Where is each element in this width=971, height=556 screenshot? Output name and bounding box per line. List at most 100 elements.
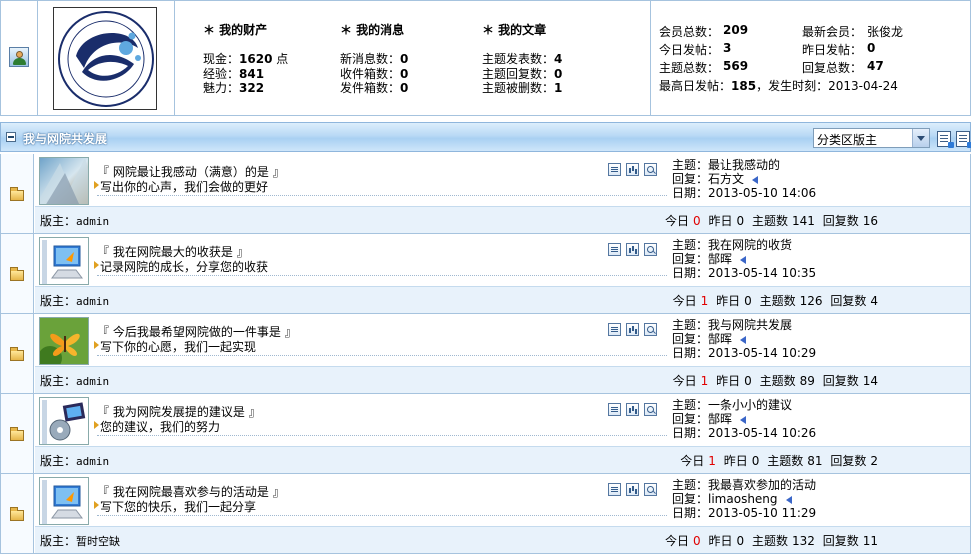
forum-description: 写出你的心声，我们会做的更好 — [94, 178, 268, 195]
stats-chart-icon[interactable] — [626, 483, 639, 496]
yesterday-count: 0 — [736, 214, 745, 228]
user-info-panel: ＊ 我的财产 现金：1620 点 经验：841 魅力：322 ＊ 我的消息 新消… — [0, 0, 971, 116]
reply-count: 4 — [870, 294, 878, 308]
folder-icon — [10, 507, 24, 521]
stat-total-replies: 回复总数： 47 — [802, 59, 884, 75]
search-icon[interactable] — [644, 483, 657, 496]
category-title[interactable]: 我与网院共发展 — [23, 130, 107, 147]
last-post: 主题：我在网院的收货 回复：郜晖 日期：2013-05-14 10:35 — [668, 234, 970, 286]
forum-counts: 今日 1 昨日 0 主题数 81 回复数 2 — [680, 454, 878, 468]
topic-count: 81 — [807, 454, 823, 468]
export-icon[interactable] — [956, 131, 971, 148]
new-post-icon[interactable] — [937, 131, 954, 148]
moderator-info: 版主：admin — [40, 374, 110, 388]
last-post-date: 2013-05-14 10:26 — [708, 426, 817, 440]
yesterday-count: 0 — [736, 534, 745, 548]
yesterday-count: 0 — [744, 374, 752, 388]
forum-row: 『 我为网院发展提的建议是 』 您的建议，我们的努力 主题：一条小小的建议 回复… — [0, 394, 971, 474]
forum-row: 『 我在网院最大的收获是 』 记录网院的成长，分享您的收获 主题：我在网院的收货… — [0, 234, 971, 314]
topic-list-icon[interactable] — [608, 243, 621, 256]
moderator-info: 版主：admin — [40, 214, 110, 228]
school-logo — [53, 7, 157, 110]
stats-chart-icon[interactable] — [626, 403, 639, 416]
topic-list-icon[interactable] — [608, 403, 621, 416]
stats-chart-icon[interactable] — [626, 163, 639, 176]
newest-member-link[interactable]: 张俊龙 — [867, 23, 903, 40]
topic-count: 132 — [791, 534, 815, 548]
topic-count: 126 — [799, 294, 823, 308]
reply-count: 2 — [870, 454, 878, 468]
topic-count: 89 — [799, 374, 815, 388]
topic-list-icon[interactable] — [608, 323, 621, 336]
search-icon[interactable] — [644, 403, 657, 416]
last-post-date: 2013-05-10 11:29 — [708, 506, 817, 520]
chevron-down-icon[interactable] — [912, 129, 929, 147]
collapse-toggle-icon[interactable] — [6, 132, 16, 142]
moderator-name-link[interactable]: admin — [76, 295, 109, 308]
moderator-info: 版主：暂时空缺 — [40, 534, 121, 548]
goto-last-post-icon[interactable] — [740, 335, 747, 344]
stat-members: 会员总数： 209 — [659, 23, 749, 39]
forum-row: 『 今后我最希望网院做的一件事是 』 写下你的心愿，我们一起实现 主题：我与网院… — [0, 314, 971, 394]
yesterday-count: 0 — [751, 454, 760, 468]
moderator-name-link[interactable]: admin — [76, 455, 109, 468]
stat-newest-member: 最新会员： 张俊龙 — [802, 25, 904, 39]
search-icon[interactable] — [644, 323, 657, 336]
my-articles-title: ＊ 我的文章 — [482, 23, 547, 37]
goto-last-post-icon[interactable] — [785, 495, 792, 504]
goto-last-post-icon[interactable] — [752, 175, 759, 184]
topic-list-icon[interactable] — [608, 163, 621, 176]
goto-last-post-icon[interactable] — [740, 255, 747, 264]
today-count: 0 — [693, 534, 701, 548]
yesterday-count: 0 — [744, 294, 752, 308]
user-profile-icon[interactable] — [9, 47, 29, 67]
stat-total-topics: 主题总数： 569 — [659, 59, 749, 75]
forum-description: 您的建议，我们的努力 — [94, 418, 220, 435]
last-post-date: 2013-05-14 10:29 — [708, 346, 817, 360]
folder-icon — [10, 347, 24, 361]
my-assets-title: ＊ 我的财产 — [203, 23, 268, 37]
category-header: 我与网院共发展 分类区版主 — [0, 122, 971, 152]
last-post-date: 2013-05-14 10:35 — [708, 266, 817, 280]
reply-count: 16 — [862, 214, 878, 228]
reply-count: 11 — [862, 534, 878, 548]
forum-thumbnail[interactable] — [39, 237, 89, 285]
moderator-info: 版主：admin — [40, 294, 110, 308]
forum-counts: 今日 1 昨日 0 主题数 126 回复数 4 — [672, 294, 878, 308]
forum-counts: 今日 0 昨日 0 主题数 141 回复数 16 — [664, 214, 878, 228]
moderator-name-link[interactable]: admin — [76, 375, 109, 388]
forum-thumbnail[interactable] — [39, 477, 89, 525]
stats-chart-icon[interactable] — [626, 323, 639, 336]
today-count: 1 — [700, 374, 709, 388]
topic-count: 141 — [791, 214, 815, 228]
forum-description: 记录网院的成长，分享您的收获 — [94, 258, 268, 275]
folder-icon — [10, 267, 24, 281]
today-count: 0 — [693, 214, 701, 228]
search-icon[interactable] — [644, 243, 657, 256]
stat-yesterday-posts: 昨日发帖： 0 — [802, 41, 876, 57]
forum-thumbnail[interactable] — [39, 397, 89, 445]
stat-today-posts: 今日发帖： 3 — [659, 41, 732, 57]
last-post: 主题：一条小小的建议 回复：郜晖 日期：2013-05-14 10:26 — [668, 394, 970, 446]
last-post-date: 2013-05-10 14:06 — [708, 186, 817, 200]
forum-thumbnail[interactable] — [39, 317, 89, 365]
last-post: 主题：我最喜欢参加的活动 回复：limaosheng 日期：2013-05-10… — [668, 474, 970, 526]
outbox-line[interactable]: 发件箱数：0 — [340, 79, 408, 96]
moderator-name-link[interactable]: 暂时空缺 — [76, 535, 120, 548]
folder-icon — [10, 187, 24, 201]
topics-deleted-line[interactable]: 主题被删数：1 — [482, 79, 562, 96]
moderator-name-link[interactable]: admin — [76, 215, 109, 228]
forum-thumbnail[interactable] — [39, 157, 89, 205]
moderator-select[interactable]: 分类区版主 — [813, 128, 930, 148]
topic-list-icon[interactable] — [608, 483, 621, 496]
moderator-info: 版主：admin — [40, 454, 110, 468]
forum-row: 『 网院最让我感动（满意）的是 』 写出你的心声，我们会做的更好 主题：最让我感… — [0, 154, 971, 234]
today-count: 1 — [700, 294, 709, 308]
search-icon[interactable] — [644, 163, 657, 176]
stats-chart-icon[interactable] — [626, 243, 639, 256]
folder-icon — [10, 427, 24, 441]
forum-description: 写下您的快乐，我们一起分享 — [94, 498, 256, 515]
forum-counts: 今日 0 昨日 0 主题数 132 回复数 11 — [664, 534, 878, 548]
goto-last-post-icon[interactable] — [740, 415, 747, 424]
my-messages-title: ＊ 我的消息 — [340, 23, 405, 37]
